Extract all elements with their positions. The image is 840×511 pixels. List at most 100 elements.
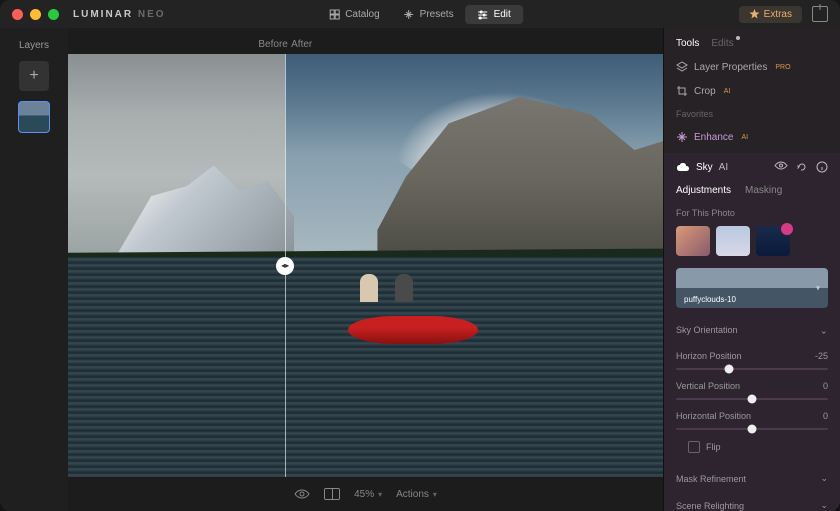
sky-orientation-header[interactable]: Sky Orientation ⌃ bbox=[664, 316, 840, 343]
presets-label: Presets bbox=[420, 9, 454, 20]
tab-tools-label: Tools bbox=[676, 38, 699, 49]
horizon-value: -25 bbox=[815, 351, 828, 361]
actions-label: Actions bbox=[396, 489, 429, 500]
chevron-up-icon: ⌃ bbox=[820, 324, 828, 335]
enhance-row[interactable]: Enhance AI bbox=[664, 125, 840, 149]
chevron-down-icon: ▾ bbox=[433, 490, 437, 499]
horizon-label: Horizon Position bbox=[676, 351, 742, 361]
undo-icon[interactable] bbox=[796, 161, 808, 173]
sky-preset-1[interactable] bbox=[676, 226, 710, 256]
share-button[interactable] bbox=[812, 6, 828, 22]
add-layer-button[interactable]: + bbox=[19, 61, 49, 91]
grid-icon bbox=[329, 9, 340, 20]
mask-refinement-header[interactable]: Mask Refinement ⌄ bbox=[664, 465, 840, 492]
flip-checkbox[interactable] bbox=[688, 441, 700, 453]
chevron-down-icon: ⌄ bbox=[820, 500, 828, 511]
ai-badge: AI bbox=[724, 88, 731, 95]
horizontal-slider[interactable] bbox=[676, 423, 828, 435]
sparkle-icon bbox=[404, 9, 415, 20]
bottom-toolbar: 45% ▾ Actions ▾ bbox=[68, 477, 663, 511]
scene-relighting-label: Scene Relighting bbox=[676, 501, 744, 511]
panel-tabs: Tools Edits bbox=[664, 28, 840, 55]
actions-dropdown[interactable]: Actions ▾ bbox=[396, 489, 437, 500]
tab-masking-label: Masking bbox=[745, 185, 782, 196]
vertical-row: Vertical Position 0 bbox=[676, 381, 828, 391]
catalog-button[interactable]: Catalog bbox=[317, 5, 391, 24]
slider-knob[interactable] bbox=[725, 365, 734, 374]
edit-label: Edit bbox=[494, 9, 511, 20]
vertical-slider[interactable] bbox=[676, 393, 828, 405]
horizontal-label: Horizontal Position bbox=[676, 411, 751, 421]
tab-edits[interactable]: Edits bbox=[711, 38, 733, 49]
zoom-dropdown[interactable]: 45% ▾ bbox=[354, 489, 382, 500]
ai-badge: AI bbox=[719, 162, 728, 173]
eye-icon[interactable] bbox=[294, 489, 310, 499]
horizontal-value: 0 bbox=[823, 411, 828, 421]
tab-edits-label: Edits bbox=[711, 38, 733, 49]
chevron-down-icon: ⌄ bbox=[820, 473, 828, 484]
flip-label: Flip bbox=[706, 442, 721, 452]
crop-icon bbox=[676, 85, 688, 97]
extras-button[interactable]: Extras bbox=[739, 6, 802, 23]
figure-2 bbox=[395, 274, 413, 302]
app-body: Layers + Before After ◂▸ bbox=[0, 28, 840, 511]
sky-preset-2[interactable] bbox=[716, 226, 750, 256]
layers-title: Layers bbox=[19, 40, 49, 51]
presets-button[interactable]: Presets bbox=[392, 5, 466, 24]
minimize-window-button[interactable] bbox=[30, 9, 41, 20]
app-window: LUMINAR NEO Catalog Presets Edit bbox=[0, 0, 840, 511]
horizon-row: Horizon Position -25 bbox=[676, 351, 828, 361]
layer-thumbnail[interactable] bbox=[18, 101, 50, 133]
canvas-area: Before After ◂▸ bbox=[68, 28, 663, 511]
layers-column: Layers + bbox=[0, 28, 68, 511]
sky-preset-3[interactable] bbox=[756, 226, 790, 256]
sky-sub-tabs: Adjustments Masking bbox=[664, 181, 840, 204]
catalog-label: Catalog bbox=[345, 9, 379, 20]
image-canvas[interactable]: ◂▸ bbox=[68, 54, 663, 477]
layer-properties-row[interactable]: Layer Properties PRO bbox=[664, 55, 840, 79]
brand-suffix: NEO bbox=[138, 9, 166, 20]
brand-prefix: LUMINAR bbox=[73, 9, 133, 20]
flip-row: Flip bbox=[676, 435, 828, 459]
maximize-window-button[interactable] bbox=[48, 9, 59, 20]
sky-title: Sky bbox=[696, 162, 713, 173]
horizontal-row: Horizontal Position 0 bbox=[676, 411, 828, 421]
enhance-label: Enhance bbox=[694, 132, 733, 143]
crop-label: Crop bbox=[694, 86, 716, 97]
tab-masking[interactable]: Masking bbox=[745, 185, 782, 196]
for-this-photo-label: For This Photo bbox=[664, 204, 840, 222]
before-label: Before bbox=[258, 39, 287, 50]
figure-1 bbox=[360, 274, 378, 302]
window-controls bbox=[12, 9, 59, 20]
horizon-slider[interactable] bbox=[676, 363, 828, 375]
slider-knob[interactable] bbox=[748, 395, 757, 404]
edit-button[interactable]: Edit bbox=[466, 5, 523, 24]
sky-preset-row bbox=[664, 222, 840, 260]
chevron-down-icon: ▾ bbox=[378, 490, 382, 499]
tab-tools[interactable]: Tools bbox=[676, 38, 699, 49]
zoom-value: 45% bbox=[354, 489, 374, 500]
before-after-labels: Before After bbox=[68, 28, 663, 54]
top-right-controls: Extras bbox=[739, 6, 828, 23]
info-icon[interactable] bbox=[816, 161, 828, 173]
sky-panel-header[interactable]: Sky AI bbox=[664, 153, 840, 181]
sky-header-icons bbox=[774, 161, 828, 173]
close-window-button[interactable] bbox=[12, 9, 23, 20]
selected-sky-preset[interactable]: puffyclouds-10 ▾ bbox=[676, 268, 828, 308]
scene-relighting-header[interactable]: Scene Relighting ⌄ bbox=[664, 492, 840, 511]
tab-adjustments[interactable]: Adjustments bbox=[676, 185, 731, 196]
extras-label: Extras bbox=[764, 9, 792, 20]
eye-icon[interactable] bbox=[774, 161, 788, 173]
compare-handle[interactable]: ◂▸ bbox=[276, 257, 294, 275]
app-brand: LUMINAR NEO bbox=[73, 9, 166, 20]
crop-row[interactable]: Crop AI bbox=[664, 79, 840, 103]
compare-view-toggle[interactable] bbox=[324, 488, 340, 500]
star-icon bbox=[749, 9, 760, 20]
selected-sky-label: puffyclouds-10 bbox=[684, 295, 736, 304]
edits-indicator-dot bbox=[736, 36, 740, 40]
chevron-down-icon: ▾ bbox=[816, 284, 820, 293]
cloud-icon bbox=[676, 162, 690, 172]
pro-badge: PRO bbox=[775, 64, 790, 71]
ai-badge: AI bbox=[741, 134, 748, 141]
slider-knob[interactable] bbox=[748, 425, 757, 434]
